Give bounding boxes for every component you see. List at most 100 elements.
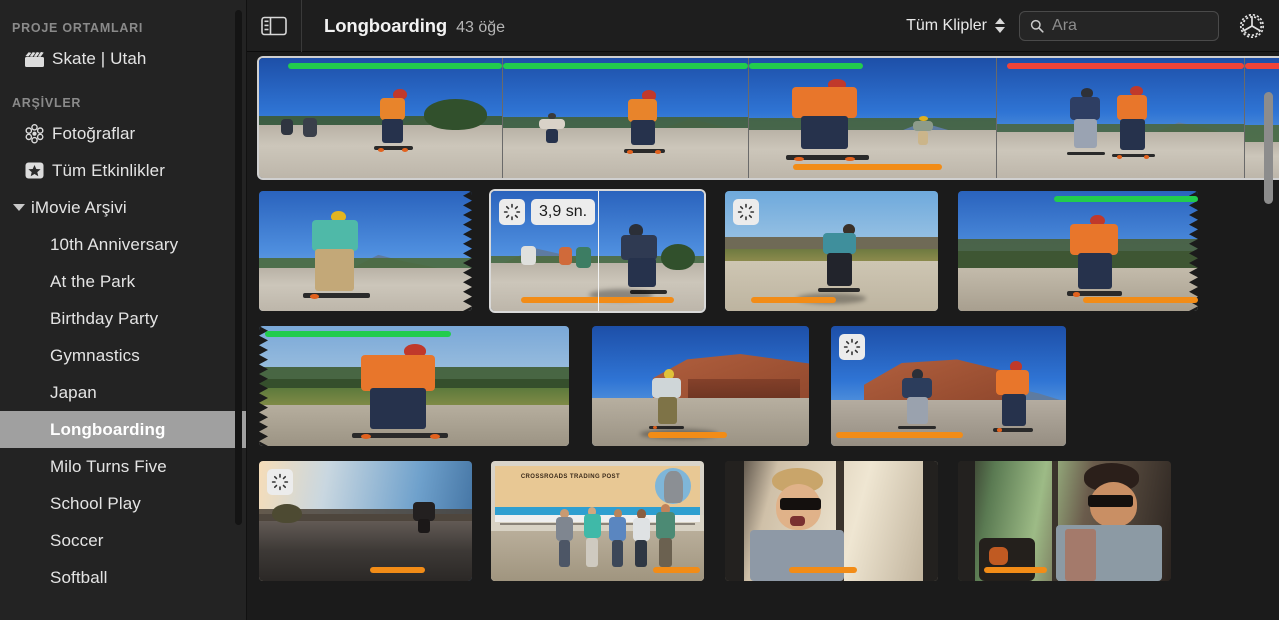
clip-thumbnail[interactable] [725, 191, 938, 311]
filmstrip-segment[interactable] [748, 58, 996, 178]
duration-tooltip: 3,9 sn. [531, 199, 596, 225]
clip-thumbnail[interactable]: CROSSROADS TRADING POST [491, 461, 704, 581]
favorite-range-bar[interactable] [265, 331, 452, 337]
clip-thumbnail-selected[interactable]: 3,9 sn. [491, 191, 704, 311]
sidebar-item-at-the-park[interactable]: At the Park [0, 263, 247, 300]
sidebar-item-label: Gymnastics [50, 345, 140, 365]
sidebar-item-birthday-party[interactable]: Birthday Party [0, 300, 247, 337]
favorite-range-bar[interactable] [288, 63, 502, 69]
clip-thumbnail[interactable] [592, 326, 809, 446]
clip-thumbnail[interactable] [259, 326, 569, 446]
imovie-window: PROJE ORTAMLARI Skate | Utah ARŞİVLER Fo… [0, 0, 1279, 620]
sidebar-item-label: 10th Anniversary [50, 234, 179, 254]
star-badge-icon [24, 160, 52, 181]
sidebar-item-label: At the Park [50, 271, 136, 291]
sidebar-item-milo-turns-five[interactable]: Milo Turns Five [0, 448, 247, 485]
filmstrip-selected-clip[interactable] [259, 58, 1279, 178]
used-range-bar[interactable] [750, 297, 836, 303]
list-item[interactable] [259, 461, 472, 581]
media-browser[interactable]: 3,9 sn. CROSSROADS TRADING POST [247, 52, 1279, 620]
settings-button[interactable] [1235, 9, 1269, 43]
search-field[interactable] [1019, 10, 1219, 41]
disclosure-triangle-icon[interactable] [12, 201, 25, 214]
clip-thumbnail[interactable] [831, 326, 1066, 446]
skimmer-playhead[interactable] [597, 191, 599, 311]
sidebar-scrollbar[interactable] [235, 10, 242, 525]
sidebar-item-skate-utah[interactable]: Skate | Utah [0, 40, 247, 77]
used-range-bar[interactable] [983, 567, 1048, 573]
list-item[interactable] [259, 191, 472, 311]
sidebar-item-10th-anniversary[interactable]: 10th Anniversary [0, 226, 247, 263]
up-down-chevron-icon[interactable] [995, 18, 1005, 33]
clip-thumbnail[interactable] [958, 461, 1171, 581]
page-title: Longboarding [324, 14, 448, 36]
sidebar-item-label: iMovie Arşivi [31, 197, 127, 217]
sidebar-toggle-icon [261, 16, 287, 35]
sidebar-section-header-libraries: ARŞİVLER [12, 96, 82, 110]
item-count-label: 43 öğe [456, 18, 506, 36]
clip-thumbnail[interactable] [259, 191, 472, 311]
rejected-range-bar[interactable] [1245, 63, 1279, 69]
used-range-bar[interactable] [788, 567, 858, 573]
sidebar-item-soccer[interactable]: Soccer [0, 522, 247, 559]
list-item[interactable] [831, 326, 1066, 446]
used-range-bar[interactable] [793, 164, 942, 170]
used-range-bar[interactable] [369, 567, 426, 573]
list-item[interactable]: 3,9 sn. [491, 191, 704, 311]
browser-row [259, 326, 1066, 446]
favorite-range-bar[interactable] [1054, 196, 1198, 202]
used-range-bar[interactable] [835, 432, 963, 438]
analyzing-spinner-icon [267, 469, 293, 495]
clip-thumbnail[interactable] [725, 461, 938, 581]
filmstrip-segment[interactable] [996, 58, 1244, 178]
photos-flower-icon [24, 123, 52, 144]
sidebar-item-fotograflar[interactable]: Fotoğraflar [0, 115, 247, 152]
toolbar: Longboarding 43 öğe Tüm Klipler [247, 0, 1279, 52]
sidebar-item-longboarding[interactable]: Longboarding [0, 411, 247, 448]
sidebar-item-imovie-library[interactable]: iMovie Arşivi [0, 189, 247, 226]
filmstrip-segment[interactable] [259, 58, 502, 178]
sidebar-section-header-project-media: PROJE ORTAMLARI [12, 21, 144, 35]
sidebar-item-label: Birthday Party [50, 308, 159, 328]
used-range-bar[interactable] [648, 432, 727, 438]
clip-filter-popup[interactable]: Tüm Klipler [906, 17, 1005, 35]
analyzing-spinner-icon [733, 199, 759, 225]
sidebar-item-japan[interactable]: Japan [0, 374, 247, 411]
sidebar-item-tum-etkinlikler[interactable]: Tüm Etkinlikler [0, 152, 247, 189]
list-item[interactable] [259, 326, 569, 446]
sidebar-item-softball[interactable]: Softball [0, 559, 247, 596]
used-range-bar[interactable] [1082, 297, 1198, 303]
used-range-bar[interactable] [652, 567, 700, 573]
gear-icon [1239, 13, 1265, 38]
sidebar-item-label: Skate | Utah [52, 48, 147, 68]
filmstrip-segment[interactable] [502, 58, 748, 178]
sidebar-item-gymnastics[interactable]: Gymnastics [0, 337, 247, 374]
search-input[interactable] [1052, 16, 1208, 35]
rejected-range-bar[interactable] [1006, 63, 1244, 69]
search-icon [1030, 19, 1044, 33]
sidebar-item-school-play[interactable]: School Play [0, 485, 247, 522]
clip-thumbnail[interactable] [259, 461, 472, 581]
list-item[interactable] [592, 326, 809, 446]
filmstrip-segment[interactable] [1244, 58, 1279, 178]
sidebar: PROJE ORTAMLARI Skate | Utah ARŞİVLER Fo… [0, 0, 247, 620]
sidebar-toggle-button[interactable] [247, 0, 301, 52]
list-item[interactable] [958, 461, 1171, 581]
list-item[interactable] [725, 191, 938, 311]
browser-scrollbar[interactable] [1264, 92, 1273, 204]
sidebar-item-label: Soccer [50, 530, 104, 550]
sign-text: CROSSROADS TRADING POST [520, 474, 621, 481]
toolbar-divider [301, 0, 302, 52]
toolbar-right-group: Tüm Klipler [906, 9, 1279, 43]
browser-row: CROSSROADS TRADING POST [259, 461, 1171, 581]
browser-title-group: Longboarding 43 öğe [324, 15, 505, 37]
clip-filter-label: Tüm Klipler [906, 16, 987, 34]
list-item[interactable]: CROSSROADS TRADING POST [491, 461, 704, 581]
clip-thumbnail[interactable] [958, 191, 1198, 311]
list-item[interactable] [725, 461, 938, 581]
favorite-range-bar[interactable] [749, 63, 863, 69]
favorite-range-bar[interactable] [503, 63, 748, 69]
list-item[interactable] [958, 191, 1198, 311]
thumbnail-badges [267, 469, 293, 495]
